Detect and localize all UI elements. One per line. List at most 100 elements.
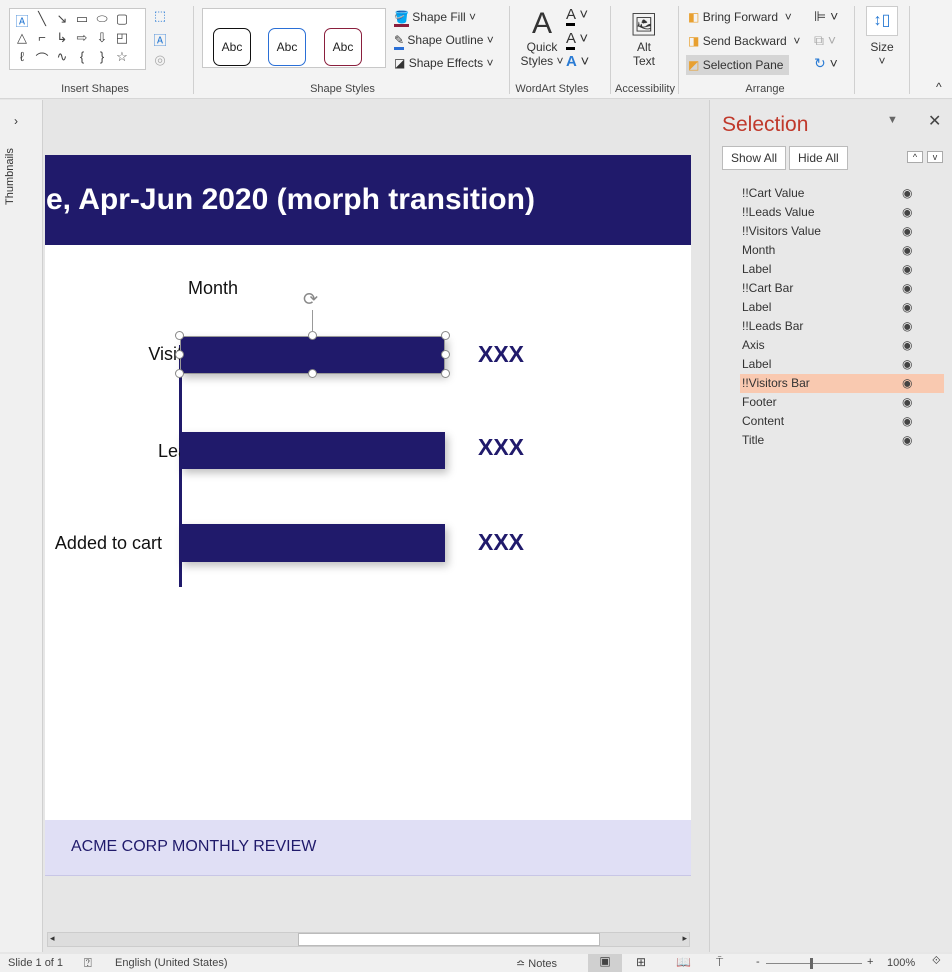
right-brace-icon[interactable]: } (92, 49, 112, 64)
zoom-in-icon[interactable]: + (867, 956, 873, 968)
fit-slide-icon[interactable]: ⟐ (932, 955, 941, 968)
shape-fill-button[interactable]: 🪣 Shape Fill ˅ (394, 10, 476, 27)
horizontal-scrollbar[interactable]: ◂ ▸ (47, 932, 690, 947)
selection-item[interactable]: Title ◉ (740, 431, 944, 450)
arc-shape-icon[interactable]: ⌒ (32, 49, 52, 68)
shapes-gallery[interactable]: 🄰 ╲ ↘ ▭ ⬭ ▢ △ ⌐ ↳ ⇨ ⇩ ◰ ℓ ⌒ ∿ { } ☆ (9, 8, 146, 70)
collapse-ribbon-icon[interactable]: ^ (936, 80, 942, 94)
visibility-eye-icon[interactable]: ◉ (902, 393, 912, 412)
selection-item[interactable]: Month ◉ (740, 241, 944, 260)
elbow-arrow-icon[interactable]: ↳ (52, 30, 72, 46)
cart-value[interactable]: XXX (478, 529, 524, 556)
elbow-connector-icon[interactable]: ⌐ (32, 30, 52, 45)
selection-item[interactable]: Label ◉ (740, 260, 944, 279)
hide-all-button[interactable]: Hide All (789, 146, 848, 170)
style-sample-maroon[interactable]: Abc (324, 28, 362, 66)
selection-item[interactable]: !!Cart Value ◉ (740, 184, 944, 203)
zoom-slider[interactable] (766, 963, 862, 964)
shape-styles-gallery[interactable]: Abc Abc Abc (202, 8, 386, 68)
resize-handle[interactable] (308, 369, 317, 378)
normal-view-icon[interactable]: ▣ (588, 954, 622, 972)
close-icon[interactable]: ✕ (928, 111, 941, 131)
alt-text-button[interactable]: 🖼 Alt Text (625, 10, 663, 68)
month-label[interactable]: Month (188, 278, 238, 299)
text-outline-button[interactable]: A ˅ (566, 30, 588, 50)
slide-sorter-icon[interactable]: ⊞ (636, 955, 646, 969)
shape-effects-button[interactable]: ◪ Shape Effects ˅ (394, 56, 494, 70)
send-backward-button[interactable]: ◨ Send Backward ˅ (688, 34, 800, 48)
selection-item[interactable]: Axis ◉ (740, 336, 944, 355)
spell-check-icon[interactable]: ⍰ (84, 955, 92, 971)
selection-item[interactable]: !!Visitors Value ◉ (740, 222, 944, 241)
visibility-eye-icon[interactable]: ◉ (902, 260, 912, 279)
language[interactable]: English (United States) (115, 957, 228, 969)
zoom-slider-thumb[interactable] (810, 958, 813, 969)
selection-item[interactable]: Label ◉ (740, 298, 944, 317)
shape-outline-button[interactable]: ✎ Shape Outline ˅ (394, 33, 494, 50)
resize-handle[interactable] (308, 331, 317, 340)
oval-shape-icon[interactable]: ⬭ (92, 11, 112, 27)
resize-handle[interactable] (175, 331, 184, 340)
leads-bar[interactable] (180, 432, 445, 469)
selection-item[interactable]: Footer ◉ (740, 393, 944, 412)
selection-pane-button[interactable]: ◩ Selection Pane (686, 55, 790, 75)
bring-forward-button[interactable]: ◧ Bring Forward ˅ (688, 10, 792, 24)
rotate-button[interactable]: ↻ ˅ (814, 55, 838, 72)
down-arrow-shape-icon[interactable]: ⇩ (92, 30, 112, 46)
style-sample-blue[interactable]: Abc (268, 28, 306, 66)
cart-label[interactable]: Added to cart (0, 533, 162, 554)
visibility-eye-icon[interactable]: ◉ (902, 412, 912, 431)
scrollbar-thumb[interactable] (298, 933, 600, 946)
selection-item[interactable]: !!Leads Value ◉ (740, 203, 944, 222)
quick-styles-button[interactable]: A Quick Styles ˅ (520, 8, 564, 69)
visibility-eye-icon[interactable]: ◉ (902, 222, 912, 241)
pane-options-icon[interactable]: ▼ (887, 114, 898, 126)
scroll-left-icon[interactable]: ◂ (50, 933, 55, 944)
notes-button[interactable]: ≏ Notes (516, 957, 557, 970)
leads-value[interactable]: XXX (478, 434, 524, 461)
selection-item[interactable]: !!Leads Bar ◉ (740, 317, 944, 336)
selection-item[interactable]: !!Cart Bar ◉ (740, 279, 944, 298)
resize-handle[interactable] (175, 369, 184, 378)
visibility-eye-icon[interactable]: ◉ (902, 431, 912, 450)
curve-shape-icon[interactable]: ∿ (52, 49, 72, 65)
selection-item[interactable]: Label ◉ (740, 355, 944, 374)
text-fill-button[interactable]: A ˅ (566, 6, 588, 26)
slideshow-icon[interactable]: ⍑ (716, 955, 723, 970)
footer-text[interactable]: ACME CORP MONTHLY REVIEW (71, 838, 316, 856)
resize-handle[interactable] (441, 331, 450, 340)
draw-textbox-icon[interactable]: 🄰 (150, 30, 170, 49)
expand-thumbnails-icon[interactable]: › (14, 114, 18, 128)
snip-shape-icon[interactable]: ◰ (112, 30, 132, 46)
edit-shape-icon[interactable]: ⬚ (150, 8, 170, 24)
star-shape-icon[interactable]: ☆ (112, 49, 132, 65)
visibility-eye-icon[interactable]: ◉ (902, 184, 912, 203)
slide-title[interactable]: e, Apr-Jun 2020 (morph transition) (46, 183, 535, 217)
rectangle-shape-icon[interactable]: ▭ (72, 11, 92, 27)
show-all-button[interactable]: Show All (722, 146, 787, 170)
thumbnails-label[interactable]: Thumbnails (4, 135, 16, 205)
resize-handle[interactable] (441, 350, 450, 359)
zoom-out-icon[interactable]: - (756, 956, 760, 968)
resize-handle[interactable] (441, 369, 450, 378)
triangle-shape-icon[interactable]: △ (12, 30, 32, 46)
zoom-level[interactable]: 100% (887, 957, 915, 969)
style-sample-black[interactable]: Abc (213, 28, 251, 66)
align-button[interactable]: ⊫ ˅ (814, 8, 838, 25)
rotate-handle-icon[interactable]: ⟳ (303, 289, 318, 310)
line-shape-icon[interactable]: ╲ (32, 11, 52, 27)
cart-bar[interactable] (180, 524, 445, 562)
visibility-eye-icon[interactable]: ◉ (902, 279, 912, 298)
move-up-icon[interactable]: ^ (907, 151, 923, 163)
left-brace-icon[interactable]: { (72, 49, 92, 64)
textbox-shape-icon[interactable]: 🄰 (12, 11, 32, 30)
visibility-eye-icon[interactable]: ◉ (902, 317, 912, 336)
reading-view-icon[interactable]: 📖 (676, 955, 691, 969)
selection-item[interactable]: Content ◉ (740, 412, 944, 431)
visibility-eye-icon[interactable]: ◉ (902, 355, 912, 374)
arrow-line-shape-icon[interactable]: ↘ (52, 11, 72, 27)
right-arrow-shape-icon[interactable]: ⇨ (72, 30, 92, 46)
visibility-eye-icon[interactable]: ◉ (902, 336, 912, 355)
visibility-eye-icon[interactable]: ◉ (902, 298, 912, 317)
size-button[interactable]: ↕▯ Size ˅ (866, 6, 898, 68)
